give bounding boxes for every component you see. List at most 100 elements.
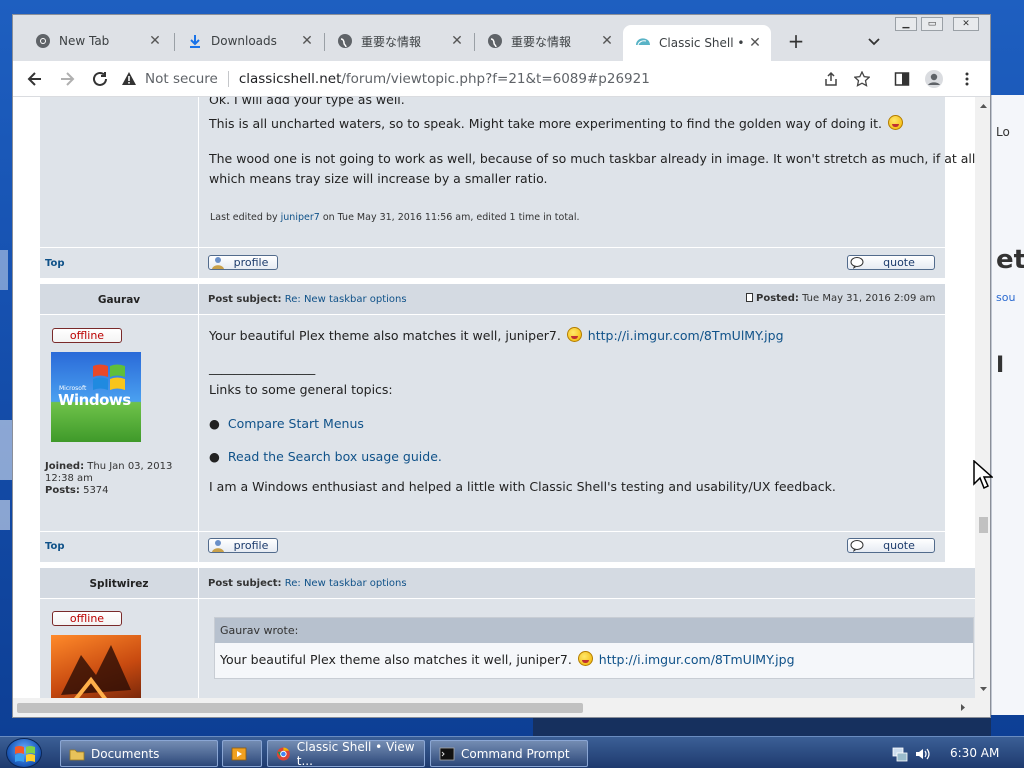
bg-text: eti bbox=[996, 245, 1024, 275]
edit-notice: Last edited by juniper7 on Tue May 31, 2… bbox=[210, 212, 580, 223]
post-subject-label: Post subject: bbox=[208, 294, 282, 305]
user-icon bbox=[212, 540, 224, 552]
quote-block: Gaurav wrote: Your beautiful Plex theme … bbox=[214, 617, 974, 679]
warning-icon[interactable] bbox=[121, 71, 137, 87]
close-icon[interactable]: ✕ bbox=[449, 33, 465, 49]
quote-button[interactable]: quote bbox=[847, 255, 935, 270]
post-subject: Post subject: Re: New taskbar options bbox=[208, 294, 407, 305]
top-link[interactable]: Top bbox=[45, 541, 65, 552]
terminal-icon bbox=[439, 747, 455, 760]
bookmark-button[interactable] bbox=[850, 67, 874, 91]
scroll-right-icon[interactable] bbox=[956, 699, 970, 716]
signature-intro: Links to some general topics: bbox=[209, 382, 393, 397]
reload-button[interactable] bbox=[88, 67, 112, 91]
maximize-button[interactable]: ▭ bbox=[921, 17, 943, 31]
bullet-icon: ● bbox=[209, 416, 220, 431]
close-icon[interactable]: ✕ bbox=[299, 33, 315, 49]
network-icon[interactable] bbox=[892, 746, 908, 762]
address-bar[interactable]: Not secure classicshell.net/forum/viewto… bbox=[121, 65, 861, 93]
avatar: Microsoft Windows bbox=[51, 352, 141, 442]
post-date: Posted: Tue May 31, 2016 2:09 am bbox=[746, 293, 935, 304]
taskbar-label: Classic Shell • View t... bbox=[296, 739, 415, 768]
forum-posts: Ok. I will add your type as well. This i… bbox=[40, 97, 975, 698]
background-window: Lo eti sou I bbox=[991, 95, 1024, 715]
posts-value: 5374 bbox=[83, 485, 109, 496]
tab-new-tab[interactable]: New Tab ✕ bbox=[23, 25, 171, 57]
search-box-guide-link[interactable]: Read the Search box usage guide. bbox=[228, 449, 442, 464]
close-window-button[interactable]: ✕ bbox=[953, 17, 979, 31]
posts-info: Posts: 5374 bbox=[45, 485, 109, 496]
minimize-button[interactable]: ▁ bbox=[895, 17, 917, 31]
scroll-thumb[interactable] bbox=[17, 703, 583, 713]
tab-label: Classic Shell • View topic bbox=[659, 36, 747, 50]
share-button[interactable] bbox=[819, 67, 843, 91]
profile-button[interactable]: profile bbox=[208, 255, 278, 270]
taskbar-item-media-player[interactable] bbox=[222, 740, 262, 767]
quote-button[interactable]: quote bbox=[847, 538, 935, 553]
scroll-down-icon[interactable] bbox=[975, 682, 991, 696]
post-author[interactable]: Splitwirez bbox=[40, 578, 198, 590]
mouse-cursor-icon bbox=[973, 460, 993, 490]
tab-important-info-2[interactable]: 重要な情報 ✕ bbox=[475, 25, 623, 57]
top-link[interactable]: Top bbox=[45, 258, 65, 269]
url-path: /forum/viewtopic.php?f=21&t=6089#p26921 bbox=[341, 71, 650, 87]
post-subject: Post subject: Re: New taskbar options bbox=[208, 578, 407, 589]
start-button[interactable] bbox=[6, 738, 42, 768]
close-icon[interactable]: ✕ bbox=[747, 35, 763, 51]
windows-logo-icon bbox=[15, 746, 35, 762]
reload-icon bbox=[93, 71, 107, 86]
posted-value: Tue May 31, 2016 2:09 am bbox=[802, 293, 936, 304]
offline-badge: offline bbox=[52, 611, 122, 626]
side-panel-button[interactable] bbox=[890, 67, 914, 91]
system-tray: 6:30 AM bbox=[886, 737, 1024, 768]
post-subject-link[interactable]: Re: New taskbar options bbox=[285, 294, 407, 305]
compare-start-menus-link[interactable]: Compare Start Menus bbox=[228, 416, 364, 431]
signature-text: I am a Windows enthusiast and helped a l… bbox=[209, 479, 836, 494]
forward-button[interactable] bbox=[55, 67, 79, 91]
taskbar-item-command-prompt[interactable]: Command Prompt bbox=[430, 740, 588, 767]
post-subject-link[interactable]: Re: New taskbar options bbox=[285, 578, 407, 589]
tab-downloads[interactable]: Downloads ✕ bbox=[175, 25, 323, 57]
post-author[interactable]: Gaurav bbox=[40, 294, 198, 306]
tab-important-info-1[interactable]: 重要な情報 ✕ bbox=[325, 25, 473, 57]
tab-classic-shell[interactable]: Classic Shell • View topic ✕ bbox=[623, 25, 771, 61]
image-link[interactable]: http://i.imgur.com/8TmUlMY.jpg bbox=[588, 328, 784, 343]
tab-label: Downloads bbox=[211, 34, 277, 48]
tab-search-button[interactable] bbox=[864, 31, 884, 51]
creature-avatar-icon bbox=[61, 645, 131, 698]
close-icon[interactable]: ✕ bbox=[599, 33, 615, 49]
tab-strip: New Tab ✕ Downloads ✕ 重要な情報 ✕ 重要な情報 ✕ Cl… bbox=[13, 15, 990, 61]
taskbar-item-documents[interactable]: Documents bbox=[60, 740, 218, 767]
download-icon bbox=[187, 33, 203, 49]
edit-user-link[interactable]: juniper7 bbox=[281, 212, 320, 223]
chevron-down-icon bbox=[868, 38, 880, 46]
close-icon[interactable]: ✕ bbox=[147, 33, 163, 49]
user-icon bbox=[212, 257, 224, 269]
tongue-smiley-icon bbox=[566, 327, 582, 342]
signature-line: _________________ bbox=[209, 360, 316, 375]
taskbar-item-classic-shell[interactable]: Classic Shell • View t... bbox=[267, 739, 425, 768]
menu-button[interactable] bbox=[955, 67, 979, 91]
profile-button[interactable] bbox=[922, 67, 946, 91]
scroll-thumb[interactable] bbox=[979, 517, 988, 533]
new-tab-button[interactable]: + bbox=[785, 31, 807, 51]
horizontal-scrollbar[interactable] bbox=[13, 698, 990, 717]
button-label: profile bbox=[233, 256, 269, 269]
profile-button[interactable]: profile bbox=[208, 538, 278, 553]
more-vertical-icon bbox=[965, 72, 969, 86]
clock[interactable]: 6:30 AM bbox=[950, 746, 999, 760]
post-text: Your beautiful Plex theme also matches i… bbox=[209, 327, 784, 343]
edit-prefix: Last edited by bbox=[210, 212, 278, 223]
back-button[interactable] bbox=[23, 67, 47, 91]
volume-icon[interactable] bbox=[914, 746, 930, 762]
globe-icon bbox=[487, 33, 503, 49]
image-link[interactable]: http://i.imgur.com/8TmUlMY.jpg bbox=[599, 652, 795, 667]
address-separator bbox=[227, 71, 229, 87]
url-host: classicshell.net bbox=[238, 71, 342, 87]
vertical-scrollbar[interactable] bbox=[975, 97, 991, 698]
post-text-line: This is all uncharted waters, so to spea… bbox=[209, 116, 882, 131]
folder-icon bbox=[69, 749, 85, 760]
scroll-up-icon[interactable] bbox=[975, 99, 991, 113]
tongue-smiley-icon bbox=[887, 115, 903, 130]
avatar bbox=[51, 635, 141, 698]
